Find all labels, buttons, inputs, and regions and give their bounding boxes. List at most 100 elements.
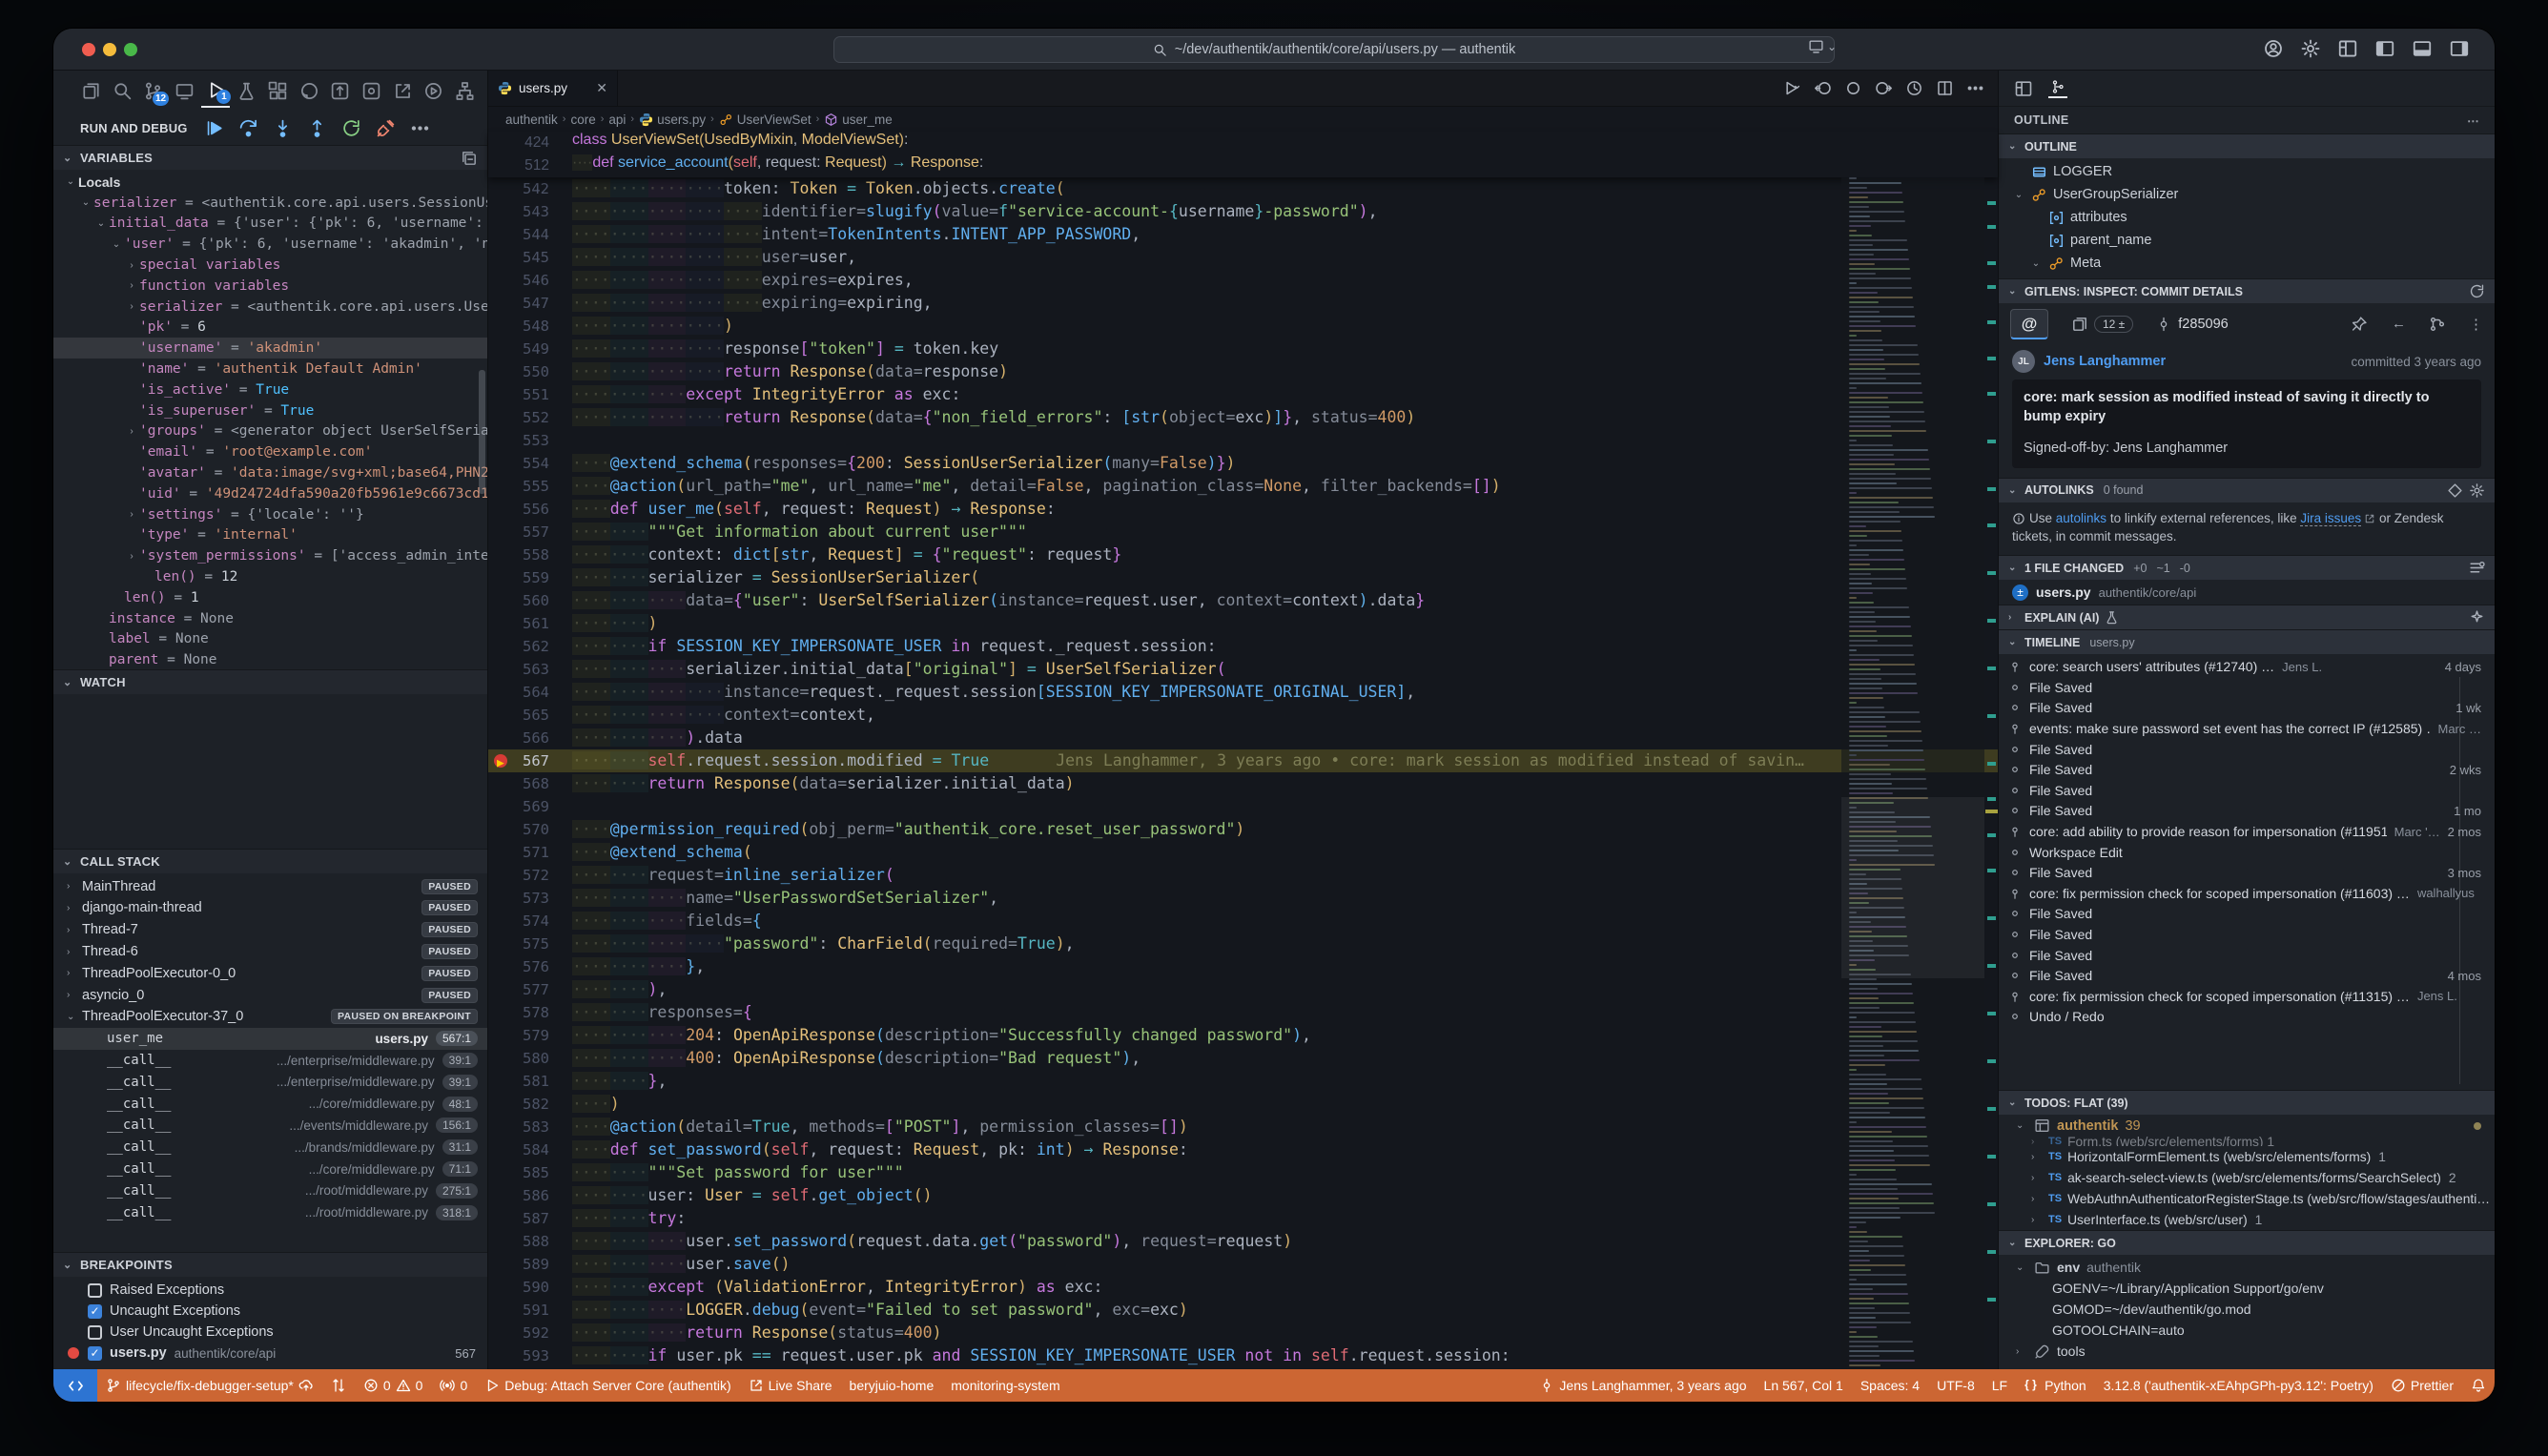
breakpoint-checkbox[interactable]: ✓ — [88, 1346, 102, 1361]
file-changed-section-header[interactable]: ⌄1 FILE CHANGED +0 ~1 -0 — [1999, 555, 2495, 580]
breakpoint-cell[interactable] — [488, 1184, 517, 1207]
view-mode-icon[interactable] — [2469, 560, 2485, 576]
autolinks-link[interactable]: autolinks — [2056, 511, 2106, 525]
scrollbar[interactable] — [479, 370, 485, 494]
breakpoint-cell[interactable] — [488, 1230, 517, 1253]
code-line[interactable]: 424class UserViewSet(UsedByMixin, ModelV… — [488, 132, 1998, 154]
callstack-frame[interactable]: __call__.../root/middleware.py275:1 — [53, 1179, 487, 1201]
chevron-right-icon[interactable]: › — [2031, 1173, 2043, 1183]
code-line[interactable]: 588············user.set_password(request… — [488, 1230, 1998, 1253]
watch-section-header[interactable]: ⌄ WATCH — [53, 669, 487, 694]
breakpoint-cell[interactable] — [488, 406, 517, 429]
code-line[interactable]: 575················"password": CharField… — [488, 933, 1998, 955]
breakpoint-cell[interactable] — [488, 269, 517, 292]
zoom-window-button[interactable] — [124, 43, 137, 56]
variable-row[interactable]: ⌄initial_data = {'user': {'pk': 6, 'user… — [53, 214, 487, 235]
activity-hierarchy-icon[interactable] — [450, 73, 480, 108]
breakpoint-cell[interactable] — [488, 727, 517, 749]
code-line[interactable]: 572········request=inline_serializer( — [488, 864, 1998, 887]
chevron-right-icon[interactable]: › — [2031, 1152, 2043, 1162]
code-line[interactable]: 560············data={"user": UserSelfSer… — [488, 589, 1998, 612]
collapse-all-icon[interactable] — [461, 150, 478, 167]
breakpoint-cell[interactable] — [488, 612, 517, 635]
variable-row[interactable]: ›'settings' = {'locale': ''} — [53, 504, 487, 525]
timeline-item[interactable]: core: search users' attributes (#12740) … — [1999, 656, 2495, 677]
outline-section-header[interactable]: ⌄OUTLINE — [1999, 133, 2495, 158]
chevron-right-icon[interactable]: › — [67, 903, 82, 913]
breakpoint-cell[interactable] — [488, 589, 517, 612]
breakpoint-cell[interactable] — [488, 772, 517, 795]
timeline-item[interactable]: File Saved4 mos — [1999, 965, 2495, 986]
code-line[interactable]: 552················return Response(data=… — [488, 406, 1998, 429]
timeline-item[interactable]: File Saved — [1999, 739, 2495, 760]
breakpoint-row[interactable]: User Uncaught Exceptions — [53, 1322, 487, 1343]
variable-row[interactable]: 'username' = 'akadmin' — [53, 338, 487, 359]
variable-row[interactable]: 'is_active' = True — [53, 379, 487, 400]
breakpoint-row[interactable]: Raised Exceptions — [53, 1280, 487, 1301]
code-line[interactable]: 591············LOGGER.debug(event="Faile… — [488, 1299, 1998, 1322]
commit-graph-icon[interactable] — [2429, 316, 2446, 333]
timeline-item[interactable]: core: add ability to provide reason for … — [1999, 821, 2495, 842]
commit-author-link[interactable]: Jens Langhammer — [2044, 354, 2166, 369]
chevron-right-icon[interactable]: › — [124, 509, 139, 520]
code-line[interactable]: 565················context=context, — [488, 704, 1998, 727]
commit-files-tab[interactable]: 12 ± — [2062, 316, 2133, 333]
breakpoint-cell[interactable] — [488, 292, 517, 315]
code-line[interactable]: 562········if SESSION_KEY_IMPERSONATE_US… — [488, 635, 1998, 658]
code-line[interactable]: 550················return Response(data=… — [488, 360, 1998, 383]
chevron-right-icon[interactable]: › — [124, 426, 139, 437]
customize-layout-icon[interactable] — [2014, 79, 2033, 98]
minimize-window-button[interactable] — [103, 43, 116, 56]
code-line[interactable]: 553 — [488, 429, 1998, 452]
interpreter-item[interactable]: 3.12.8 ('authentik-xEAhpGPh-py3.12': Poe… — [2095, 1369, 2382, 1402]
variable-row[interactable]: ›serializer = <authentik.core.api.users.… — [53, 297, 487, 318]
activity-search-icon[interactable] — [108, 73, 137, 108]
more-actions-icon[interactable] — [1966, 79, 1984, 97]
breakpoint-cell[interactable] — [488, 1253, 517, 1276]
code-line[interactable]: 561········) — [488, 612, 1998, 635]
tab-users-py[interactable]: users.py ✕ — [488, 71, 618, 106]
variables-section-header[interactable]: ⌄ VARIABLES — [53, 145, 487, 170]
code-line[interactable]: 544····················intent=TokenInten… — [488, 223, 1998, 246]
breakpoint-cell[interactable] — [488, 978, 517, 1001]
timeline-item[interactable]: Workspace Edit — [1999, 842, 2495, 863]
variable-row[interactable]: 'avatar' = 'data:image/svg+xml;base64,PH… — [53, 462, 487, 483]
code-line[interactable]: 563············serializer.initial_data["… — [488, 658, 1998, 681]
breakpoint-row[interactable]: ✓users.pyauthentik/core/api567 — [53, 1343, 487, 1364]
todos-file-row[interactable]: ›TSHorizontalFormElement.ts (web/src/ele… — [1999, 1146, 2495, 1167]
code-line[interactable]: 554····@extend_schema(responses={200: Se… — [488, 452, 1998, 475]
breakpoint-cell[interactable] — [488, 658, 517, 681]
ports-item[interactable]: 0 — [431, 1369, 476, 1402]
timeline-item[interactable]: File Saved — [1999, 677, 2495, 698]
chevron-down-icon[interactable]: ⌄ — [93, 218, 109, 229]
split-editor-icon[interactable] — [1936, 79, 1954, 97]
code-line[interactable]: 555····@action(url_path="me", url_name="… — [488, 475, 1998, 498]
chevron-right-icon[interactable]: › — [67, 947, 82, 957]
code-line[interactable]: 587········try: — [488, 1207, 1998, 1230]
variable-row[interactable]: 'name' = 'authentik Default Admin' — [53, 359, 487, 379]
breakpoint-cell[interactable] — [488, 887, 517, 910]
breakpoint-cell[interactable] — [488, 452, 517, 475]
breakpoint-checkbox[interactable] — [88, 1283, 102, 1298]
breakpoint-cell[interactable] — [488, 360, 517, 383]
run-python-dropdown-icon[interactable] — [1783, 79, 1801, 97]
commit-overview-tab[interactable]: @ — [2010, 309, 2048, 339]
step-into-icon[interactable] — [273, 118, 293, 138]
code-line[interactable]: 585········"""Set password for user""" — [488, 1161, 1998, 1184]
breakpoint-cell[interactable] — [488, 177, 517, 200]
code-line[interactable]: 549················response["token"] = t… — [488, 338, 1998, 360]
chevron-right-icon[interactable]: › — [2031, 1215, 2043, 1225]
timeline-item[interactable]: File Saved3 mos — [1999, 862, 2495, 883]
code-line[interactable]: 592············return Response(status=40… — [488, 1322, 1998, 1344]
code-line[interactable]: 559········serializer = SessionUserSeria… — [488, 566, 1998, 589]
callstack-thread[interactable]: ⌄ThreadPoolExecutor-37_0PAUSED ON BREAKP… — [53, 1006, 487, 1028]
callstack-frame[interactable]: __call__.../enterprise/middleware.py39:1 — [53, 1050, 487, 1072]
outline-item[interactable]: ⌄UserGroupSerializer — [1999, 183, 2495, 206]
code-line[interactable]: 589············user.save() — [488, 1253, 1998, 1276]
chevron-right-icon[interactable]: › — [124, 280, 139, 291]
chevron-down-icon[interactable]: ⌄ — [63, 176, 78, 187]
activity-source-control-icon[interactable]: 12 — [138, 73, 168, 108]
callstack-frame[interactable]: user_meusers.py567:1 — [53, 1028, 487, 1050]
panel-right-icon[interactable] — [2449, 38, 2470, 59]
variable-row[interactable]: 'is_superuser' = True — [53, 400, 487, 421]
